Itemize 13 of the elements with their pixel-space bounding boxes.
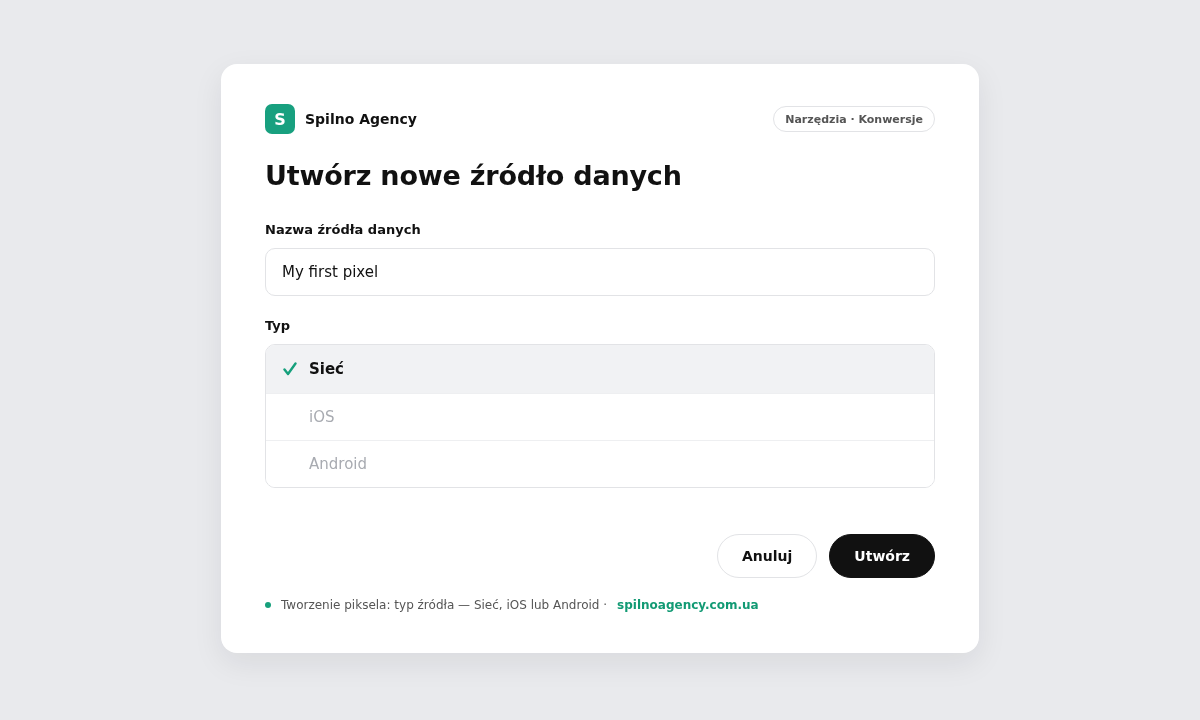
type-option[interactable]: Sieć: [266, 345, 934, 393]
create-button[interactable]: Utwórz: [829, 534, 935, 578]
website-link[interactable]: spilnoagency.com.ua: [617, 598, 759, 612]
status-dot-icon: [265, 602, 271, 608]
name-input-field[interactable]: My first pixel: [265, 248, 935, 296]
footer-note: Tworzenie piksela: typ źródła — Sieć, iOS lub Android ·: [281, 598, 608, 612]
field-label: Typ: [265, 317, 292, 335]
logo-tile: S: [265, 104, 295, 134]
dialog-title: Utwórz nowe źródło danych: [265, 159, 683, 193]
checkmark-icon: [283, 362, 297, 376]
brand-name: Spilno Agency: [305, 111, 417, 127]
field-label: Nazwa źródła danych: [265, 221, 422, 239]
cancel-button[interactable]: Anuluj: [717, 534, 818, 578]
